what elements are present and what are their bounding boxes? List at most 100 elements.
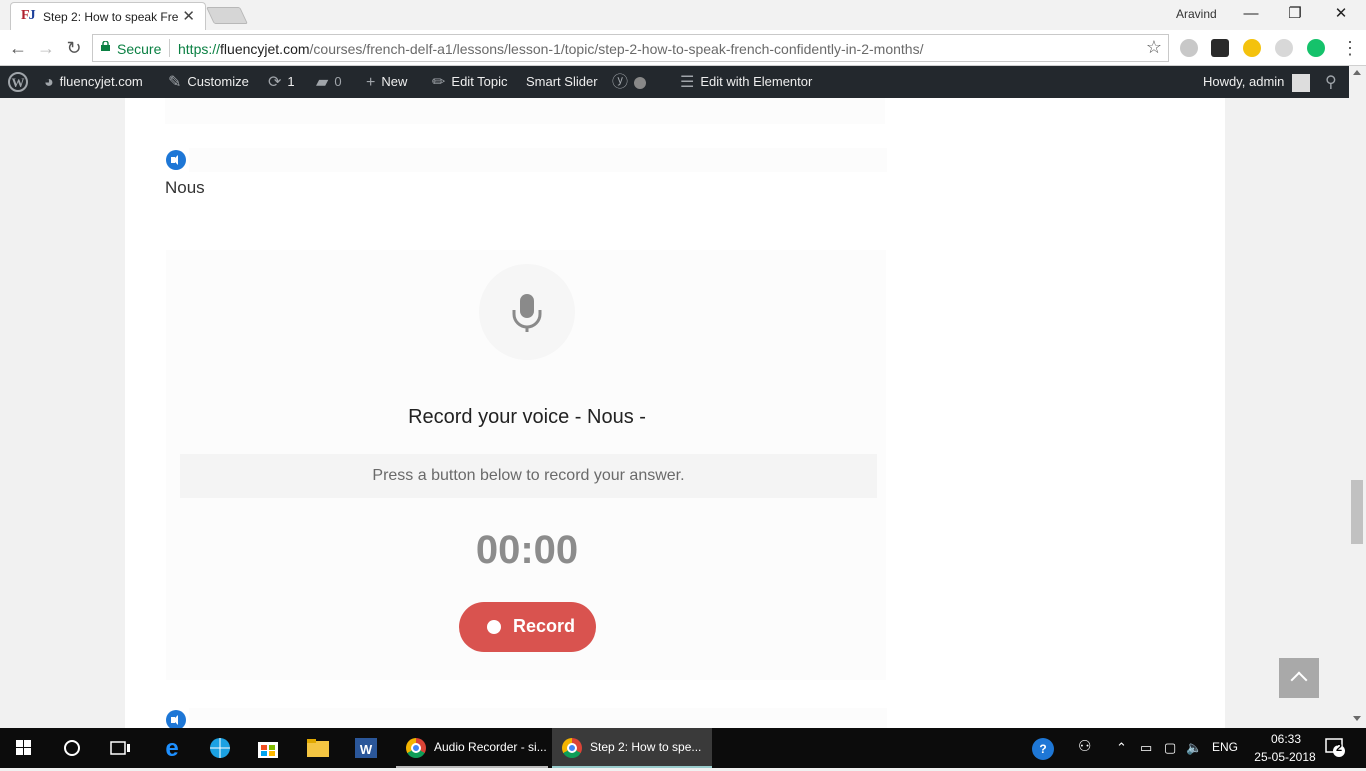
favicon: FJ [21, 8, 36, 23]
new-content-link[interactable]: + New [366, 66, 407, 98]
speaker-icon[interactable] [166, 150, 186, 170]
plus-icon: + [366, 73, 376, 91]
windows-taskbar: e W Audio Recorder - si... Step 2: How t… [0, 728, 1366, 768]
minimize-button[interactable]: — [1228, 3, 1274, 25]
page-scrollbar[interactable] [1349, 66, 1366, 728]
clock-date[interactable]: 25-05-2018 [1248, 750, 1322, 764]
dashboard-icon: ◕ [44, 73, 54, 91]
chrome-menu-icon[interactable]: ⋮ [1338, 36, 1362, 60]
yoast-icon[interactable]: ⓨ [612, 66, 647, 98]
task-view-button[interactable] [96, 728, 144, 768]
elementor-label: Edit with Elementor [700, 74, 813, 89]
scroll-down-arrow-icon[interactable] [1353, 716, 1361, 721]
extension-icon[interactable] [1211, 39, 1229, 57]
avatar [1292, 73, 1311, 92]
cortana-icon [64, 740, 80, 756]
brush-icon: ✎ [168, 73, 182, 91]
record-timer: 00:00 [475, 528, 579, 572]
scroll-to-top-button[interactable] [1279, 658, 1319, 698]
start-button[interactable] [0, 728, 48, 768]
network-icon[interactable]: ▢ [1164, 740, 1176, 756]
scroll-up-arrow-icon[interactable] [1353, 70, 1361, 75]
wordpress-icon: W [8, 72, 28, 92]
restore-button[interactable]: ❐ [1272, 3, 1318, 25]
wordpress-logo-icon[interactable]: W [8, 66, 28, 98]
updates-link[interactable]: ⟳ 1 [268, 66, 295, 98]
svg-text:W: W [12, 75, 25, 90]
scrollbar-thumb[interactable] [1351, 480, 1363, 544]
site-name: fluencyjet.com [59, 74, 143, 89]
forward-icon[interactable]: → [34, 36, 58, 60]
battery-icon[interactable]: ▭ [1140, 740, 1152, 756]
search-extension-icon[interactable] [1243, 39, 1261, 57]
record-title: Record your voice - Nous - [408, 406, 646, 428]
notification-icon [1325, 738, 1345, 757]
url-path: /courses/french-delf-a1/lessons/lesson-1… [309, 41, 924, 57]
folder-icon [307, 739, 329, 757]
word-icon: W [355, 738, 377, 758]
reload-icon[interactable]: ↻ [62, 36, 86, 60]
edit-topic-link[interactable]: ✏ Edit Topic [432, 66, 508, 98]
yoast-logo-icon: ⓨ [612, 73, 629, 91]
edge-icon: e [165, 735, 178, 762]
speaker-icon[interactable] [166, 710, 186, 730]
comments-link[interactable]: ▰ 0 [316, 66, 342, 98]
help-icon[interactable]: ? [1032, 738, 1054, 760]
bookmark-star-icon[interactable]: ☆ [1146, 37, 1162, 58]
skype-extension-icon[interactable] [1180, 39, 1198, 57]
smart-slider-link[interactable]: Smart Slider [526, 66, 598, 98]
globe-app-button[interactable] [196, 728, 244, 768]
comments-count: 0 [334, 74, 342, 89]
people-icon[interactable]: ⚇ [1078, 737, 1091, 755]
taskbar-app-label: Step 2: How to spe... [590, 740, 702, 754]
task-view-icon [110, 741, 130, 755]
elementor-link[interactable]: ☰ Edit with Elementor [680, 66, 812, 98]
show-hidden-icons-icon[interactable]: ⌃ [1116, 740, 1127, 756]
record-button[interactable]: Record [459, 602, 596, 652]
customize-link[interactable]: ✎ Customize [168, 66, 249, 98]
mic-badge [479, 264, 575, 360]
browser-toolbar: ← → ↻ Secure https://fluencyjet.com/cour… [0, 30, 1366, 66]
windows-icon [16, 740, 31, 755]
extension-icon[interactable] [1275, 39, 1293, 57]
site-name-link[interactable]: ◕ fluencyjet.com [44, 66, 143, 98]
language-indicator[interactable]: ENG [1212, 740, 1238, 754]
grammarly-icon[interactable] [1307, 39, 1325, 57]
profile-name[interactable]: Aravind [1176, 7, 1217, 21]
customize-label: Customize [187, 74, 249, 89]
action-center-icon[interactable]: 2 [1324, 736, 1346, 758]
page-content: Nous Record your voice - Nous - Press a … [125, 98, 1225, 730]
tab-active[interactable]: FJ Step 2: How to speak Fre ✕ [10, 2, 206, 30]
account-menu[interactable]: Howdy, admin [1203, 66, 1311, 98]
edit-topic-label: Edit Topic [451, 74, 508, 89]
search-icon: ⚲ [1325, 73, 1337, 91]
file-explorer-button[interactable] [294, 728, 342, 768]
close-window-button[interactable]: ✕ [1318, 3, 1364, 25]
volume-icon[interactable]: 🔈 [1186, 740, 1202, 756]
seo-status-icon [634, 76, 647, 89]
browser-tab-strip: FJ Step 2: How to speak Fre ✕ Aravind — … [0, 0, 1366, 30]
tab-close-icon[interactable]: ✕ [182, 7, 195, 25]
admin-search-icon[interactable]: ⚲ [1325, 66, 1343, 98]
edge-button[interactable]: e [148, 728, 196, 768]
taskbar-app-audio-recorder[interactable]: Audio Recorder - si... [396, 728, 548, 768]
address-bar[interactable]: Secure https://fluencyjet.com/courses/fr… [92, 34, 1169, 62]
url-scheme: https:// [178, 41, 221, 57]
divider [169, 39, 170, 57]
previous-block [165, 98, 885, 124]
word-button[interactable]: W [342, 728, 390, 768]
tab-title: Step 2: How to speak Fre [43, 10, 179, 24]
record-button-label: Record [513, 616, 576, 636]
microphone-icon [512, 294, 542, 332]
cortana-button[interactable] [48, 728, 96, 768]
back-icon[interactable]: ← [6, 36, 30, 60]
taskbar-app-label: Audio Recorder - si... [434, 740, 547, 754]
clock-time[interactable]: 06:33 [1262, 732, 1310, 746]
audio-strip [189, 148, 887, 172]
new-tab-button[interactable] [206, 7, 248, 24]
store-button[interactable] [244, 728, 292, 768]
notification-count: 2 [1336, 742, 1343, 754]
taskbar-app-step2[interactable]: Step 2: How to spe... [552, 728, 712, 768]
record-dot-icon [487, 620, 501, 634]
url-host: fluencyjet.com [220, 41, 310, 57]
